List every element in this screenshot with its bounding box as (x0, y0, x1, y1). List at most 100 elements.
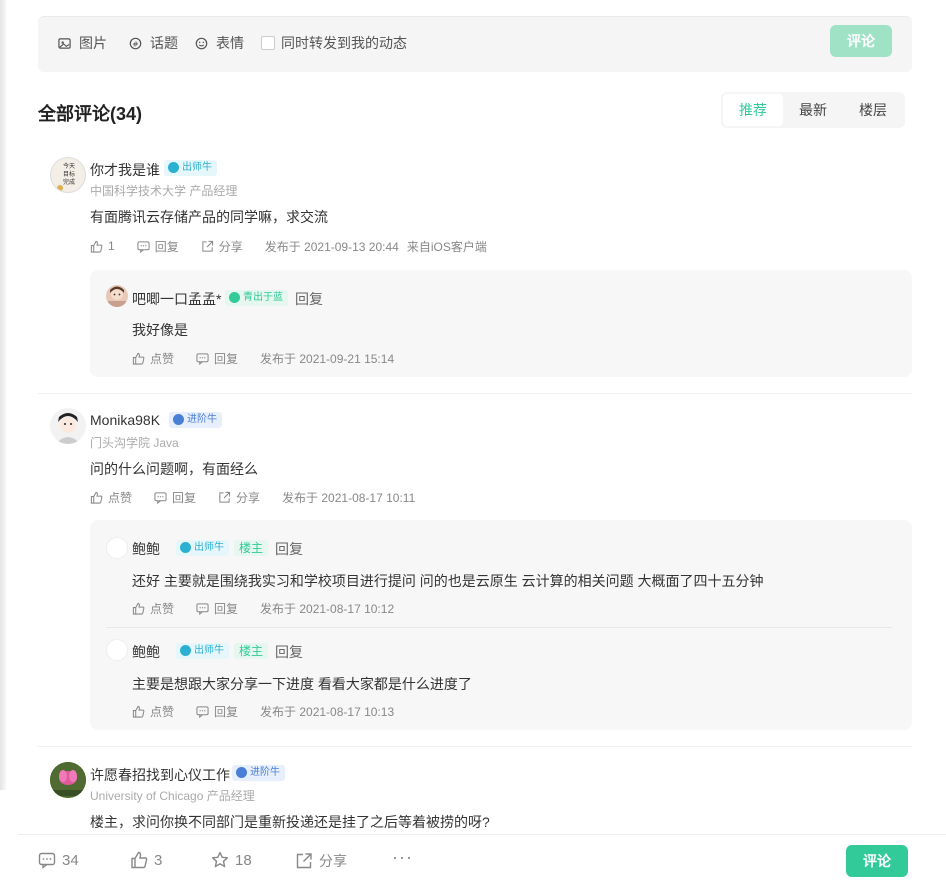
favorites-count: 18 (235, 851, 252, 869)
post-page: 图片 # 话题 表情 同时转发到我的动态 评论 全部评论(34) 推荐 最新 楼… (18, 0, 946, 884)
avatar[interactable] (106, 639, 128, 661)
post-time: 发布于 2021-09-21 15:14 (260, 351, 395, 366)
share-post-label: 分享 (319, 853, 347, 869)
badge-label: 出师牛 (194, 542, 224, 553)
share-post-button[interactable]: 分享 (295, 851, 347, 871)
reply-divider (106, 627, 892, 628)
topic-icon: # (129, 37, 142, 49)
submit-comment-button[interactable]: 评论 (846, 845, 908, 877)
insert-topic-button[interactable]: # 话题 (129, 33, 178, 53)
favorite-button[interactable]: 18 (211, 851, 252, 869)
avatar[interactable] (106, 537, 128, 559)
reply-label: 回复 (214, 704, 239, 719)
reply-button[interactable]: 回复 (196, 600, 238, 617)
reply-text: 我好像是 (132, 322, 188, 338)
more-options-button[interactable]: ··· (392, 847, 413, 868)
reply-actions: 点赞 回复 发布于 2021-08-17 10:13 (132, 702, 402, 720)
tab-recommended[interactable]: 推荐 (723, 94, 783, 126)
post-action-bar: 34 3 18 分享 ··· 评论 (18, 834, 946, 884)
image-icon (58, 37, 71, 49)
like-button[interactable]: 1 (90, 239, 115, 253)
level-badge: 出师牛 (164, 160, 217, 176)
commenter-name[interactable]: Monika98K (90, 412, 160, 428)
tab-floor[interactable]: 楼层 (843, 94, 903, 126)
comments-title: 全部评论(34) (38, 104, 143, 124)
like-button[interactable]: 点赞 (90, 489, 132, 506)
avatar[interactable]: 今天 目标 完成 (50, 157, 86, 193)
insert-topic-label: 话题 (150, 35, 178, 51)
svg-text:今天: 今天 (63, 162, 75, 170)
reply-to-link[interactable]: 回复 (295, 289, 323, 309)
replier-name[interactable]: 吧唧一口孟孟* (132, 289, 221, 309)
share-icon (202, 240, 213, 252)
share-button[interactable]: 分享 (218, 489, 260, 506)
comment-icon (196, 352, 209, 365)
avatar[interactable] (106, 285, 128, 307)
badge-icon (180, 542, 191, 553)
avatar[interactable] (50, 408, 86, 444)
comments-count: 34 (62, 851, 79, 869)
post-time: 发布于 2021-08-17 10:12 (260, 601, 395, 616)
insert-image-button[interactable]: 图片 (58, 33, 107, 53)
comments-count-button[interactable]: 34 (38, 851, 79, 869)
insert-emoji-label: 表情 (216, 35, 244, 51)
reply-button[interactable]: 回复 (154, 489, 196, 506)
thumbs-up-icon (132, 602, 145, 615)
comment-text: 问的什么问题啊，有面经么 (90, 461, 258, 477)
share-button[interactable]: 分享 (201, 238, 243, 255)
comment-icon (196, 602, 209, 615)
thumbs-up-icon (90, 240, 103, 253)
badge-icon (180, 645, 191, 656)
comment-actions: 1 回复 分享 发布于 2021-09-13 20:44 来自iOS客户端 (90, 237, 495, 255)
commenter-name[interactable]: 你才我是谁 (90, 160, 160, 180)
reply-actions: 点赞 回复 发布于 2021-09-21 15:14 (132, 349, 402, 367)
share-icon (296, 853, 312, 869)
replier-name[interactable]: 鲍鲍 (132, 642, 160, 662)
level-badge: 进阶牛 (169, 412, 222, 428)
thumbs-up-icon (131, 851, 148, 869)
like-label: 点赞 (150, 601, 175, 616)
like-button[interactable]: 点赞 (132, 703, 174, 720)
submit-comment-button-disabled[interactable]: 评论 (830, 25, 892, 57)
reply-button[interactable]: 回复 (196, 703, 238, 720)
like-button[interactable]: 点赞 (132, 350, 174, 367)
replier-name[interactable]: 鲍鲍 (132, 539, 160, 559)
level-badge: 出师牛 (176, 643, 229, 659)
commenter-name[interactable]: 许愿春招找到心仪工作 (90, 765, 230, 785)
reply-label: 回复 (214, 601, 239, 616)
reply-button[interactable]: 回复 (137, 238, 179, 255)
thumbs-up-icon (132, 705, 145, 718)
forward-to-feed-checkbox[interactable]: 同时转发到我的动态 (261, 33, 407, 53)
thumbs-up-icon (132, 352, 145, 365)
level-badge: 青出于蓝 (225, 290, 288, 306)
smile-icon (195, 37, 208, 49)
post-time: 发布于 2021-08-17 10:13 (260, 704, 395, 719)
like-label: 点赞 (150, 351, 175, 366)
sort-tabs: 推荐 最新 楼层 (721, 92, 905, 128)
likes-count: 3 (154, 851, 163, 869)
thumbs-up-icon (90, 491, 103, 504)
reply-to-link[interactable]: 回复 (275, 539, 303, 559)
comment-icon (137, 240, 150, 253)
post-time: 发布于 2021-09-13 20:44 (264, 239, 399, 254)
avatar[interactable] (50, 762, 86, 798)
reply-actions: 点赞 回复 发布于 2021-08-17 10:12 (132, 599, 402, 617)
commenter-subtitle: 门头沟学院 Java (90, 436, 179, 450)
like-post-button[interactable]: 3 (130, 851, 162, 869)
comment-actions: 点赞 回复 分享 发布于 2021-08-17 10:11 (90, 488, 423, 506)
comment-divider (38, 746, 912, 747)
insert-emoji-button[interactable]: 表情 (195, 33, 244, 53)
reply-button[interactable]: 回复 (196, 350, 238, 367)
reply-to-link[interactable]: 回复 (275, 642, 303, 662)
like-button[interactable]: 点赞 (132, 600, 174, 617)
badge-label: 出师牛 (194, 645, 224, 656)
commenter-subtitle: 中国科学技术大学 产品经理 (90, 184, 238, 198)
reply-text: 主要是想跟大家分享一下进度 看看大家都是什么进度了 (132, 676, 472, 692)
share-label: 分享 (236, 490, 261, 505)
forward-to-feed-label: 同时转发到我的动态 (281, 35, 407, 51)
checkbox-box[interactable] (261, 36, 275, 50)
badge-label: 进阶牛 (250, 767, 280, 778)
tab-latest[interactable]: 最新 (783, 94, 843, 126)
commenter-subtitle: University of Chicago 产品经理 (90, 789, 255, 803)
post-source: 来自iOS客户端 (406, 239, 487, 254)
